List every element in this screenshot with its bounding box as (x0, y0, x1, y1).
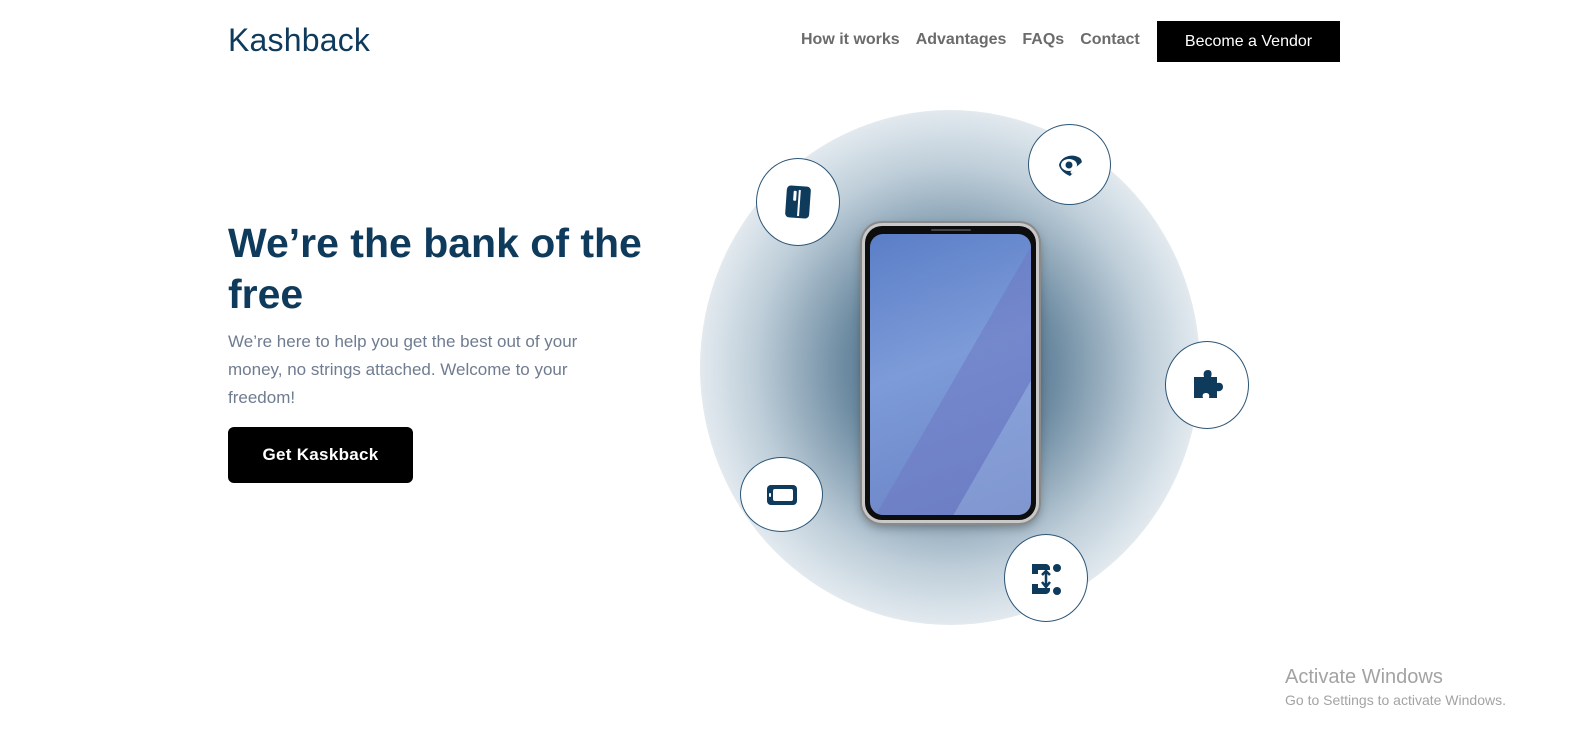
tablet-icon (765, 482, 799, 508)
phone-screen (870, 234, 1031, 515)
logo[interactable]: Kashback (228, 22, 370, 59)
puzzle-icon (1189, 367, 1225, 403)
exchange-icon (1028, 558, 1064, 598)
landing-page: Kashback How it works Advantages FAQs Co… (0, 0, 1574, 745)
activate-windows-watermark: Activate Windows Go to Settings to activ… (1285, 666, 1506, 708)
get-kashback-button[interactable]: Get Kaskback (228, 427, 413, 483)
tablet-feature-circle[interactable] (740, 457, 823, 532)
eye-tag-icon (1055, 151, 1085, 179)
eye-tag-feature-circle[interactable] (1028, 124, 1111, 205)
card-icon (783, 183, 813, 221)
phone-bezel (865, 226, 1036, 520)
card-feature-circle[interactable] (756, 158, 840, 246)
phone-speaker (930, 229, 971, 231)
main-nav: How it works Advantages FAQs Contact (801, 31, 1140, 49)
phone-illustration (862, 223, 1039, 523)
nav-contact[interactable]: Contact (1080, 31, 1140, 49)
exchange-feature-circle[interactable] (1004, 534, 1088, 622)
nav-how-it-works[interactable]: How it works (801, 31, 900, 49)
hero-subtitle: We’re here to help you get the best out … (228, 332, 578, 407)
watermark-subtitle: Go to Settings to activate Windows. (1285, 692, 1506, 708)
watermark-title: Activate Windows (1285, 666, 1443, 688)
hero-title: We’re the bank of the free (228, 220, 642, 317)
become-vendor-button[interactable]: Become a Vendor (1157, 21, 1340, 62)
puzzle-feature-circle[interactable] (1165, 341, 1249, 429)
screen-reflection (870, 234, 1031, 515)
nav-advantages[interactable]: Advantages (916, 31, 1007, 49)
nav-faqs[interactable]: FAQs (1022, 31, 1064, 49)
